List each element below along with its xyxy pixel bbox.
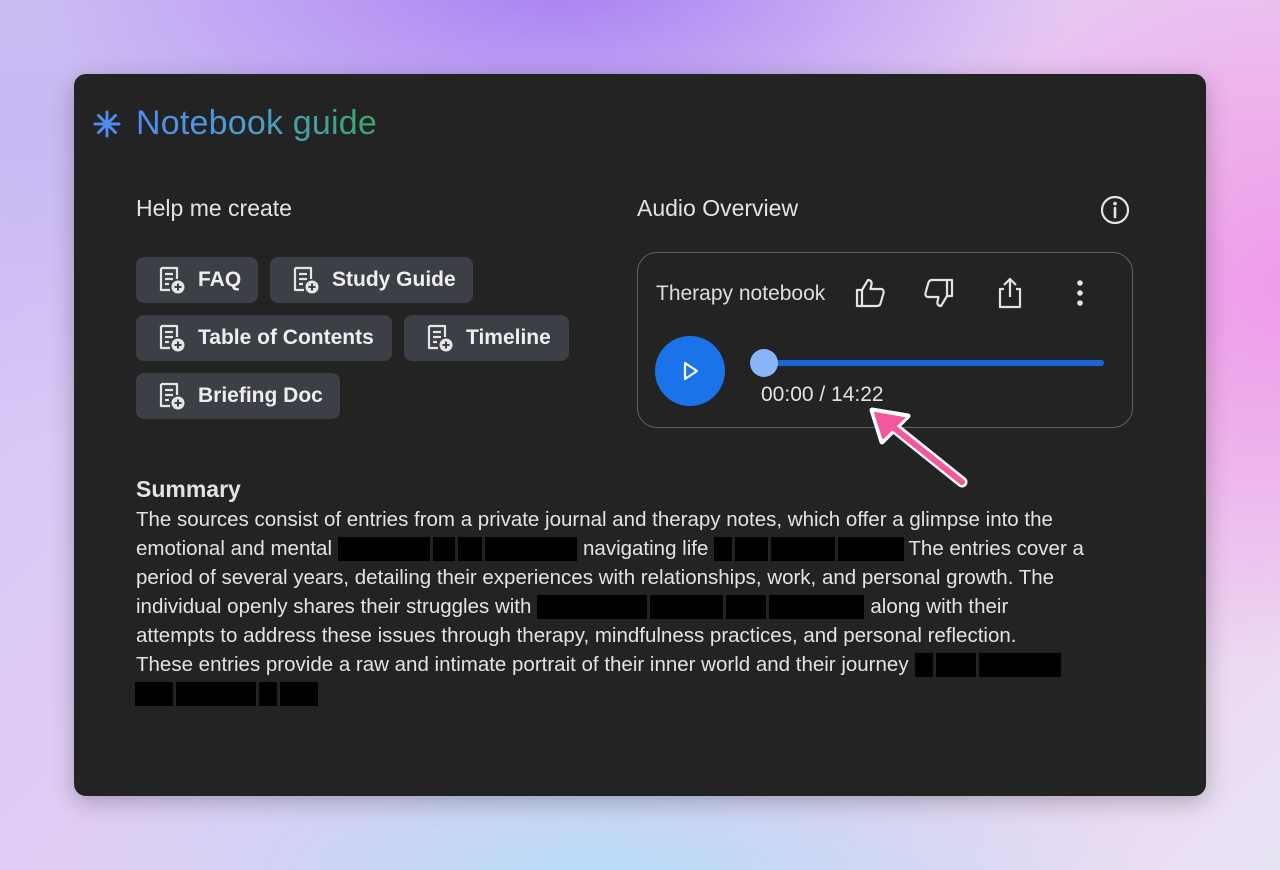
redaction-block (338, 536, 431, 561)
redaction-block (176, 681, 256, 706)
redaction-block (485, 536, 578, 561)
play-icon (683, 361, 699, 381)
summary-line: attempts to address these issues through… (136, 621, 1136, 650)
summary-text-segment: period of several years, detailing their… (136, 566, 1055, 589)
summary-text-segment: attempts to address these issues through… (136, 624, 1017, 647)
doc-add-icon (159, 266, 185, 294)
guide-title: Notebook guide (136, 104, 377, 142)
chip-label: Timeline (466, 326, 551, 349)
thumbs-down-button[interactable] (919, 273, 959, 313)
notebook-name: Therapy notebook (656, 282, 826, 305)
thumbs-up-button[interactable] (850, 273, 890, 313)
summary-text-segment: emotional and mental (136, 537, 333, 560)
progress-track[interactable] (763, 360, 1104, 366)
chip-label: Study Guide (332, 268, 456, 291)
redaction-block (259, 681, 277, 706)
redaction-block (914, 652, 933, 677)
more-vert-icon (1077, 280, 1083, 306)
summary-text-segment: These entries provide a raw and intimate… (136, 653, 909, 676)
timeline-chip[interactable]: Timeline (404, 315, 569, 361)
redaction-block (714, 536, 733, 561)
redaction-block (769, 594, 865, 619)
summary-heading: Summary (136, 476, 241, 502)
redaction-block (838, 536, 905, 561)
redaction-block (280, 681, 318, 706)
notebook-guide-panel: Notebook guide Help me create Audio Over… (74, 74, 1206, 796)
doc-add-icon (159, 324, 185, 352)
table-of-contents-chip[interactable]: Table of Contents (136, 315, 392, 361)
redaction-block (771, 536, 836, 561)
play-button[interactable] (655, 336, 725, 406)
doc-add-icon (427, 324, 453, 352)
chip-label: Briefing Doc (198, 384, 323, 407)
redaction-block (458, 536, 483, 561)
summary-line (135, 679, 1136, 708)
summary-text-segment: The sources consist of entries from a pr… (136, 508, 1053, 531)
share-icon (998, 277, 1022, 309)
chip-label: FAQ (198, 268, 242, 291)
info-icon[interactable] (1100, 195, 1130, 225)
more-options-button[interactable] (1060, 273, 1100, 313)
redaction-block (735, 536, 769, 561)
annotation-arrow-icon (869, 407, 968, 488)
summary-line: period of several years, detailing their… (136, 563, 1136, 592)
redaction-block (537, 594, 648, 619)
summary-line: individual openly shares their struggles… (136, 592, 1136, 621)
summary-line: emotional and mental navigating life The… (136, 534, 1136, 563)
guide-header: Notebook guide (92, 104, 377, 143)
doc-add-icon (293, 266, 319, 294)
sparkle-asterisk-icon (93, 110, 121, 137)
study-guide-chip[interactable]: Study Guide (270, 257, 473, 303)
help-me-create-heading: Help me create (136, 195, 292, 221)
audio-overview-heading: Audio Overview (637, 195, 799, 221)
summary-line: The sources consist of entries from a pr… (136, 505, 1136, 534)
redaction-block (650, 594, 724, 619)
chip-label: Table of Contents (198, 326, 374, 349)
summary-text-segment: The entries cover a (908, 537, 1084, 560)
redaction-block (135, 681, 173, 706)
summary-line: These entries provide a raw and intimate… (136, 650, 1136, 679)
briefing-doc-chip[interactable]: Briefing Doc (136, 373, 340, 419)
doc-add-icon (159, 382, 185, 410)
summary-text-segment: navigating life (583, 537, 709, 560)
progress-slider-thumb[interactable] (750, 349, 778, 377)
share-button[interactable] (990, 273, 1030, 313)
redaction-block (433, 536, 456, 561)
redaction-block (935, 652, 976, 677)
summary-text-segment: along with their (870, 595, 1009, 618)
faq-chip[interactable]: FAQ (136, 257, 258, 303)
summary-text: The sources consist of entries from a pr… (135, 505, 1136, 708)
thumbs-up-icon (855, 278, 885, 308)
redaction-block (726, 594, 767, 619)
redaction-block (978, 652, 1061, 677)
thumbs-down-icon (924, 278, 954, 308)
summary-text-segment: individual openly shares their struggles… (136, 595, 532, 618)
